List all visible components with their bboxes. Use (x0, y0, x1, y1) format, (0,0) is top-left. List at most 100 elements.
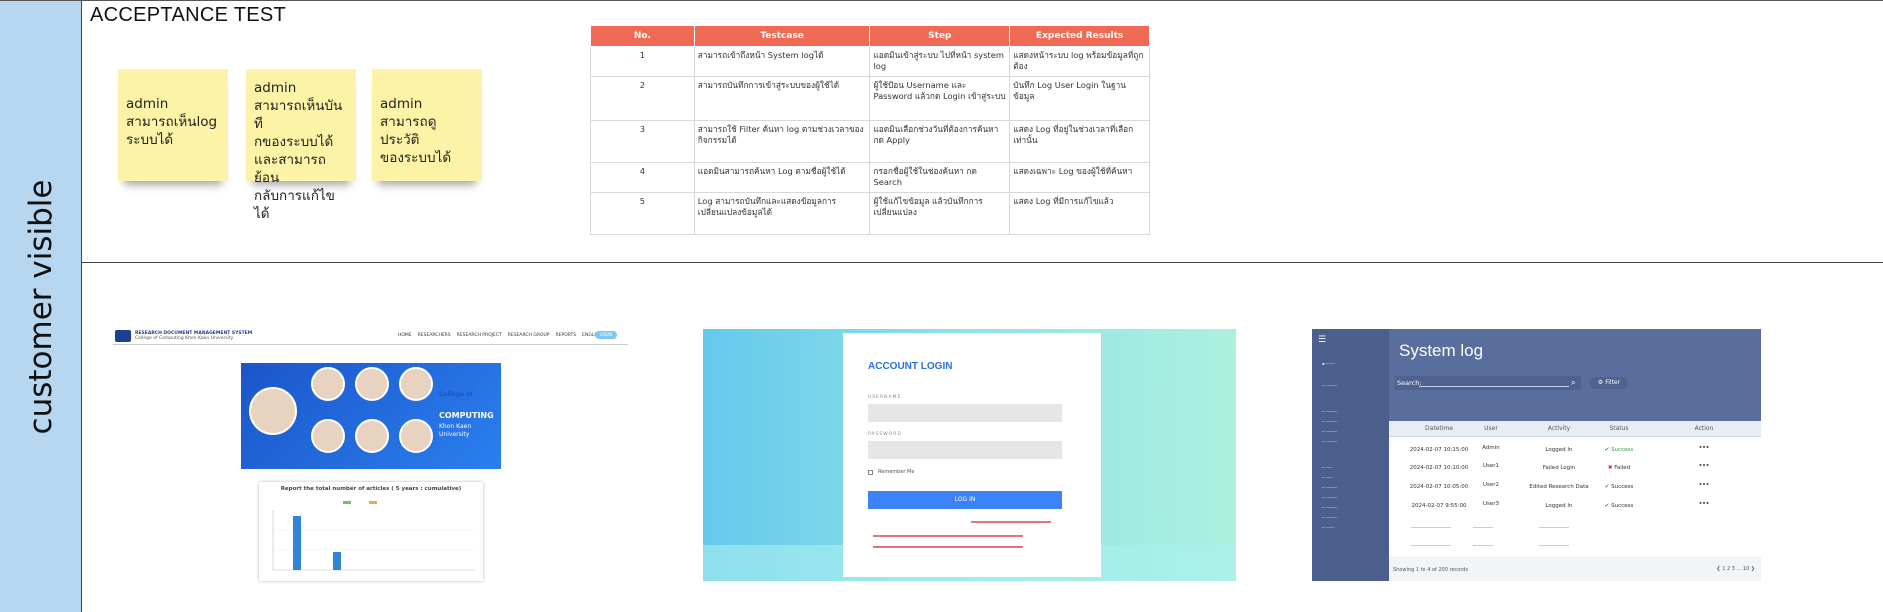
table-row: 3 สามารถใช้ Filter ค้นหา log ตามช่วงเวลา… (590, 120, 1150, 163)
cell-no: 5 (590, 192, 695, 235)
login-card: ACCOUNT LOGIN USERNAME PASSWORD Remember… (843, 333, 1101, 577)
row-actions-icon[interactable]: ••• (1679, 445, 1729, 451)
sidebar-item-system-log[interactable]: • ──── (1322, 525, 1335, 530)
remember-checkbox[interactable] (868, 470, 873, 475)
filter-button[interactable]: ⚙ Filter (1590, 377, 1628, 389)
sticky-note-3[interactable]: admin สามารถดูประวัติ ของระบบได้ (372, 69, 482, 181)
filter-label: Filter (1605, 379, 1621, 386)
person-photo (249, 387, 297, 435)
sticky-line: สามารถเห็นบันที (254, 98, 343, 132)
menu-item-home[interactable]: HOME (398, 333, 412, 338)
cell-step: แอดมินเข้าสู่ระบบ ไปที่หน้า system log (869, 46, 1011, 77)
password-input[interactable] (868, 441, 1062, 459)
cell-expected: แสดงหน้าระบบ log พร้อมข้อมูลที่ถูกต้อง (1009, 46, 1150, 77)
sidebar-item[interactable]: • ───── (1322, 495, 1337, 500)
table-row: 2 สามารถบันทึกการเข้าสู่ระบบของผู้ใช้ได้… (590, 76, 1150, 121)
sidebar-item[interactable]: • ───── (1322, 515, 1337, 520)
sidebar-item[interactable]: • ───── (1322, 439, 1337, 444)
status-text: Success (1611, 503, 1634, 509)
cell-no: 1 (590, 46, 695, 77)
search-label: Search: (1397, 379, 1422, 387)
sticky-line: ระบบได้ (126, 132, 174, 148)
legend-swatch (369, 501, 377, 504)
articles-chart (272, 501, 475, 571)
header-testcase: Testcase (693, 25, 871, 47)
login-title: ACCOUNT LOGIN (868, 361, 953, 372)
status-text: Success (1611, 447, 1634, 453)
col-datetime: Datetime (1425, 425, 1453, 432)
menu-item-research-project[interactable]: RESEARCH PROJECT (457, 333, 502, 338)
sidebar-item[interactable]: • ───── (1322, 485, 1337, 490)
username-label: USERNAME (868, 395, 902, 400)
search-input[interactable] (1419, 386, 1569, 387)
search-icon[interactable]: ⌕ (1571, 378, 1575, 388)
sticky-line: admin (254, 80, 297, 96)
cell-testcase: สามารถบันทึกการเข้าสู่ระบบของผู้ใช้ได้ (693, 76, 871, 121)
site-menu: HOME RESEARCHERS RESEARCH PROJECT RESEAR… (398, 333, 602, 338)
header-expected: Expected Results (1009, 25, 1150, 47)
menu-item-research-group[interactable]: RESEARCH GROUP (508, 333, 550, 338)
section-title: ACCEPTANCE TEST (90, 4, 287, 26)
row-actions-icon[interactable]: ••• (1679, 482, 1729, 488)
sidebar-item[interactable]: • ─── (1322, 465, 1332, 470)
row-actions-icon[interactable]: ••• (1679, 463, 1729, 469)
username-input[interactable] (868, 404, 1062, 422)
chart-bar (333, 552, 341, 570)
login-note-line (971, 521, 1051, 523)
header-no: No. (590, 25, 695, 47)
sidebar-item[interactable]: • ───── (1322, 505, 1337, 510)
person-photo (311, 419, 345, 453)
log-datetime: 2024-02-07 10:05:00 (1409, 484, 1469, 490)
sidebar-item[interactable]: • ───── (1322, 409, 1337, 414)
pagination-pages[interactable]: 1 2 3 ... 10 (1722, 566, 1749, 572)
cell-expected: แสดงเฉพาะ Log ของผู้ใช้ที่ค้นหา (1009, 162, 1150, 193)
sticky-note-1[interactable]: admin สามารถเห็นlog ระบบได้ (118, 69, 228, 181)
row-actions-icon[interactable]: ••• (1679, 501, 1729, 507)
cell-expected: แสดง Log ที่มีการแก้ไขแล้ว (1009, 192, 1150, 235)
sidebar-item[interactable]: • ───── (1322, 419, 1337, 424)
sidebar-item[interactable]: • ─── (1322, 475, 1332, 480)
site-navbar: RESEARCH DOCUMENT MANAGEMENT SYSTEM Coll… (113, 327, 628, 345)
col-activity: Activity (1547, 425, 1571, 432)
login-button[interactable]: LOGIN (595, 331, 617, 339)
person-photo (399, 367, 433, 401)
placeholder-row (1411, 527, 1451, 528)
remember-label: Remember Me (878, 469, 915, 475)
search-bar[interactable]: Search: ⌕ (1395, 376, 1581, 390)
swimlane-label: customer visible (0, 1, 82, 612)
log-activity: Logged In (1545, 447, 1573, 453)
password-label: PASSWORD (868, 432, 902, 437)
banner-kku: Khon Kaen University (439, 423, 472, 438)
person-photo (355, 367, 389, 401)
articles-chart-card: Report the total number of articles ( 5 … (259, 482, 483, 581)
menu-item-reports[interactable]: REPORTS (556, 333, 577, 338)
sidebar-item[interactable]: ▪ ──── (1322, 361, 1335, 366)
login-submit-button[interactable]: LOG IN (868, 491, 1062, 509)
admin-sidebar: ☰ ▪ ──── • ───── • ───── • ───── • ─────… (1312, 329, 1389, 581)
placeholder-row (1473, 527, 1493, 528)
screenshot-system-log: ☰ ▪ ──── • ───── • ───── • ───── • ─────… (1312, 329, 1761, 581)
board: customer visible ACCEPTANCE TEST admin ส… (0, 0, 1883, 612)
menu-item-researchers[interactable]: RESEARCHERS (418, 333, 451, 338)
pagination[interactable]: ❮ 1 2 3 ... 10 ❯ (1716, 566, 1755, 572)
person-photo (399, 419, 433, 453)
screenshot-login: ACCOUNT LOGIN USERNAME PASSWORD Remember… (703, 329, 1236, 581)
placeholder-row (1411, 545, 1451, 546)
sidebar-item[interactable]: • ───── (1322, 383, 1337, 388)
col-user: User (1484, 425, 1498, 432)
cell-step: ผู้ใช้แก้ไขข้อมูล แล้วบันทึกการเปลี่ยนแป… (869, 192, 1011, 235)
table-row: 4 แอดมินสามารถค้นหา Log ตามชื่อผู้ใช้ได้… (590, 162, 1150, 193)
college-banner: College of COMPUTING Khon Kaen Universit… (241, 363, 501, 469)
sidebar-item[interactable]: • ───── (1322, 429, 1337, 434)
placeholder-row (1539, 527, 1569, 528)
login-note-line (873, 535, 1023, 537)
placeholder-row (1539, 545, 1569, 546)
col-status: Status (1609, 425, 1629, 432)
sticky-line: สามารถดูประวัติ (380, 114, 437, 148)
person-photo (311, 367, 345, 401)
log-activity: Logged In (1545, 503, 1573, 509)
sticky-line: กลับการแก้ไขได้ (254, 188, 335, 222)
menu-icon[interactable]: ☰ (1318, 335, 1326, 345)
sticky-line: ของระบบได้ (380, 150, 452, 166)
sticky-note-2[interactable]: admin สามารถเห็นบันที กของระบบได้ และสาม… (246, 69, 356, 222)
